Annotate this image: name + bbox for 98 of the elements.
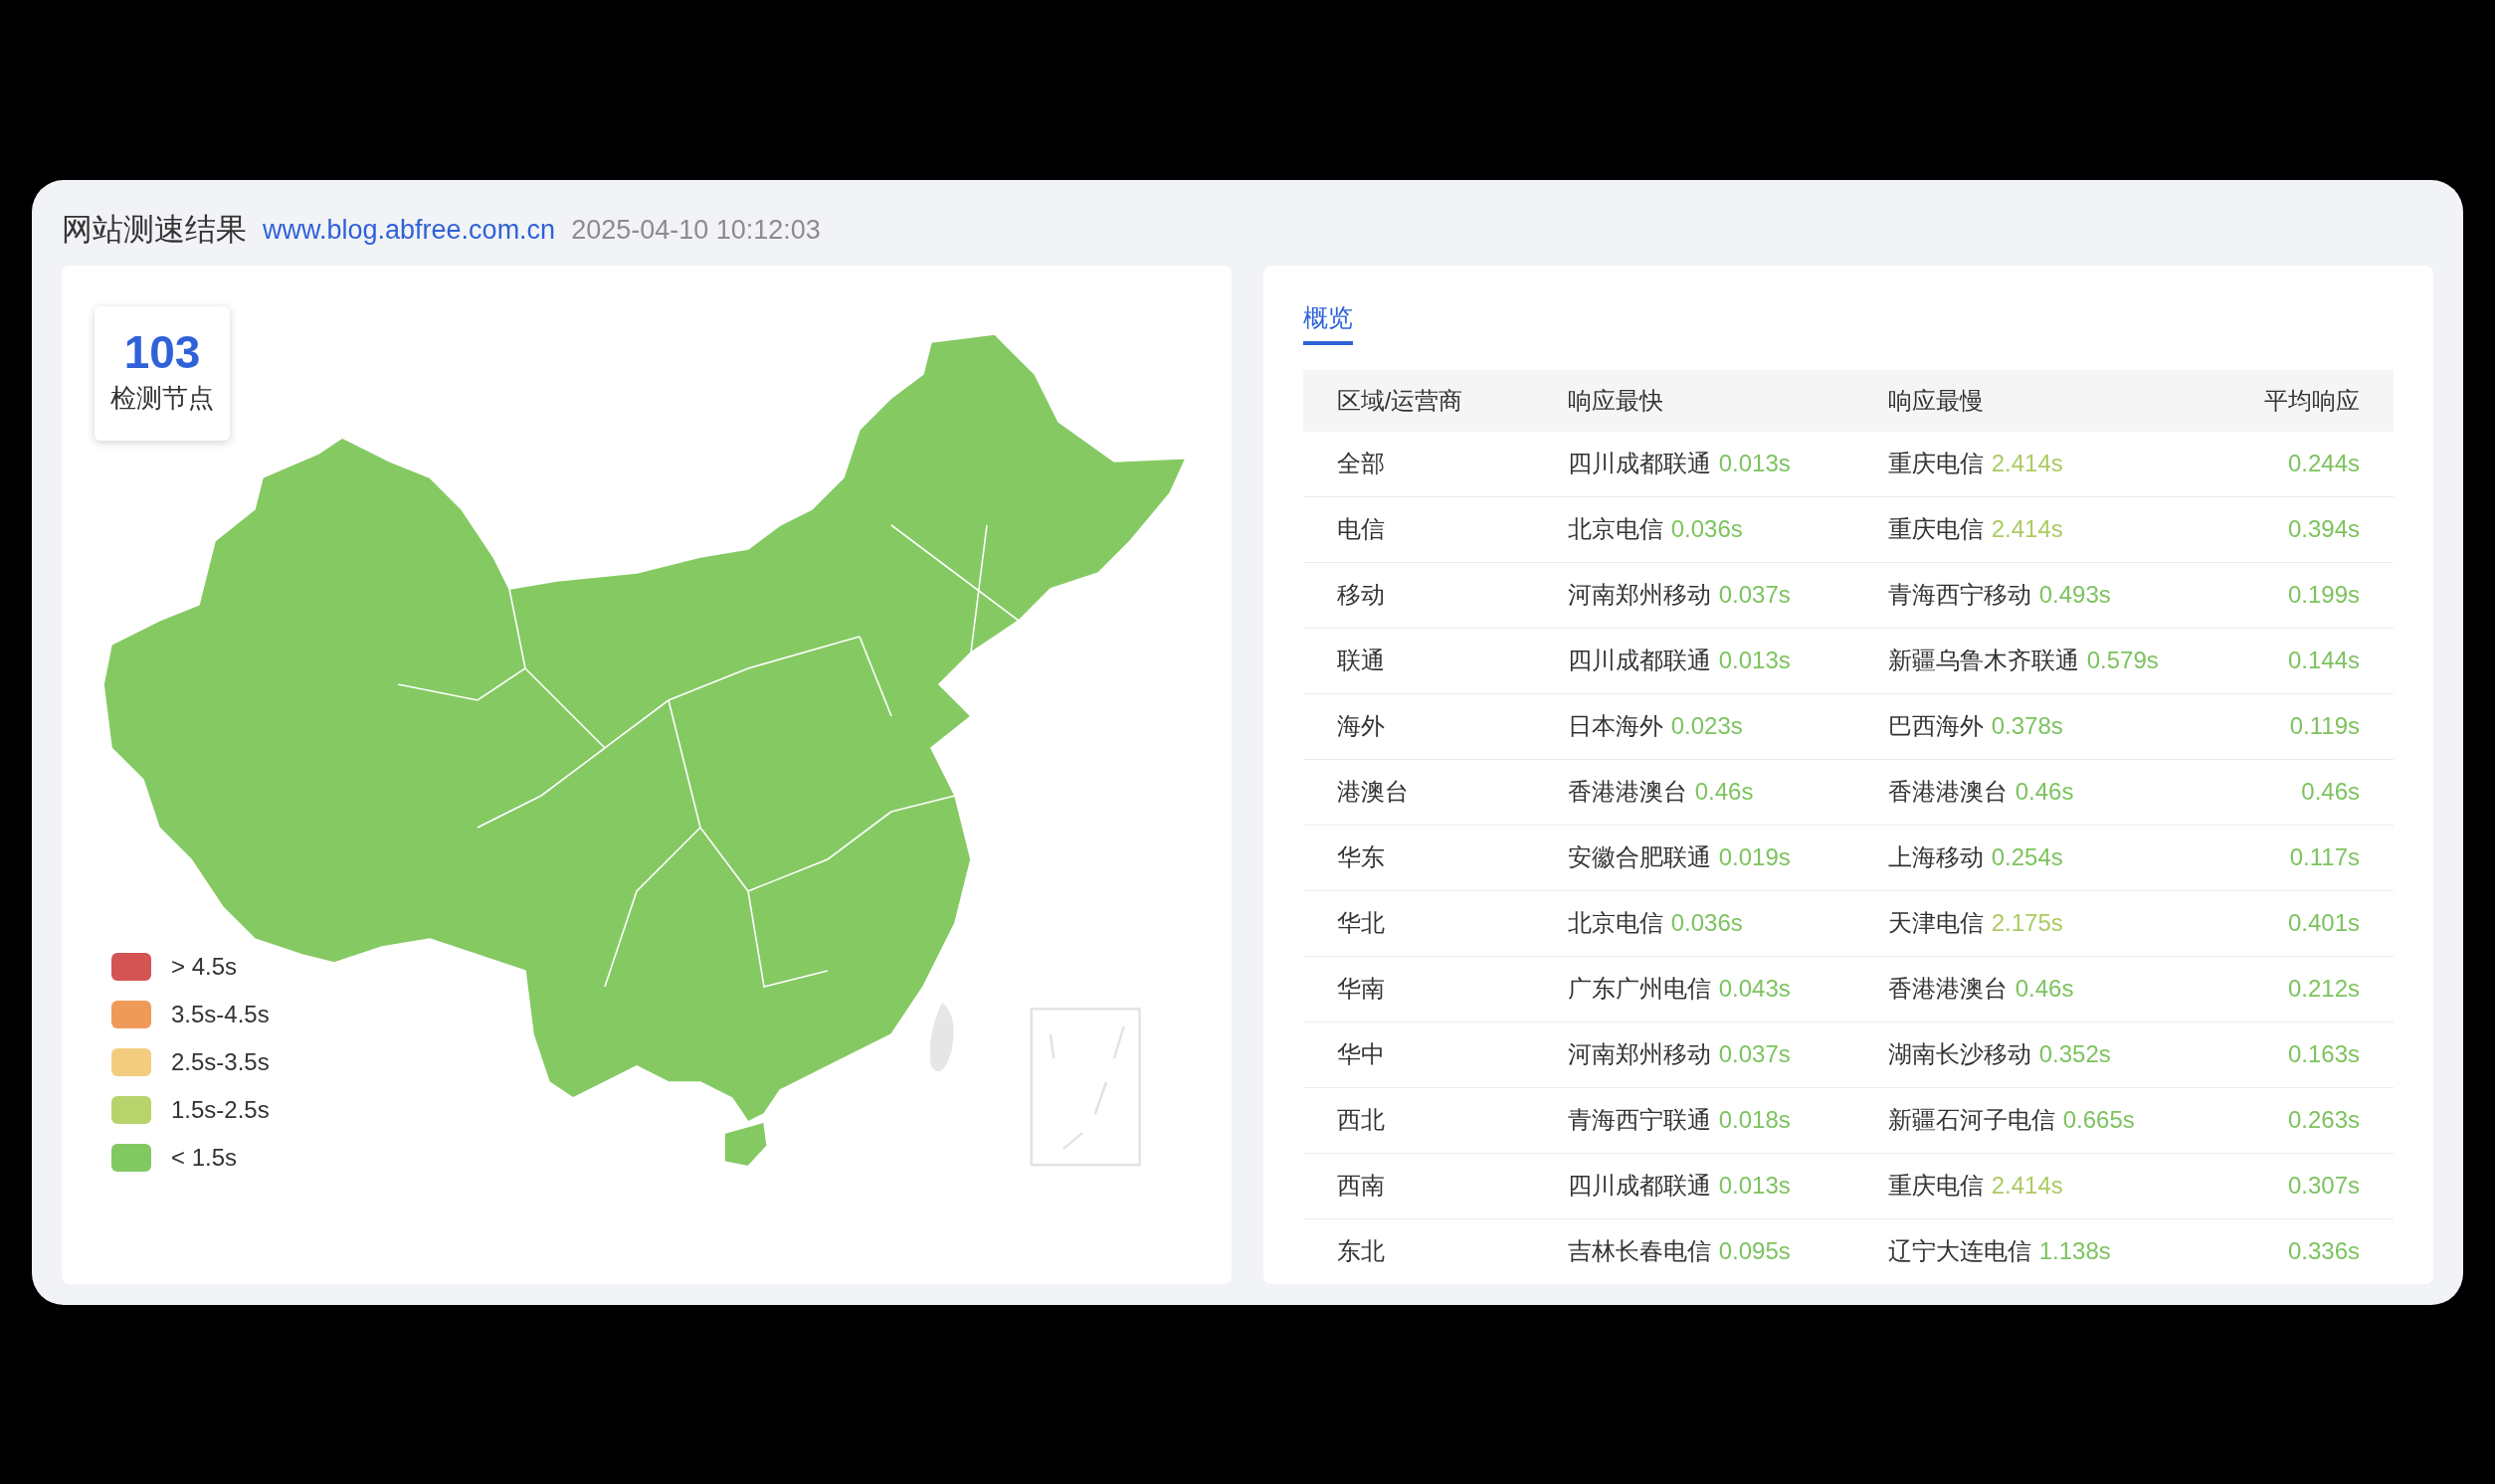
- column-header: 响应最慢: [1887, 385, 1985, 416]
- node-count-value: 103: [123, 328, 201, 375]
- node-name: 新疆石河子电信: [1887, 1105, 2055, 1135]
- region-cell-text: 全部: [1336, 449, 1386, 478]
- timestamp: 2025-04-10 10:12:03: [571, 214, 821, 248]
- legend-label: 3.5s-4.5s: [171, 999, 270, 1029]
- node-name: 巴西海外: [1887, 711, 1984, 741]
- node-name: 湖南长沙移动: [1887, 1039, 2031, 1069]
- response-time: 0.46s: [2015, 974, 2074, 1004]
- node-name: 河南郑州移动: [1567, 1039, 1711, 1069]
- response-time: 0.013s: [1718, 1171, 1791, 1201]
- response-time: 0.254s: [1991, 842, 2063, 872]
- region-cell-text: 西南: [1336, 1171, 1386, 1201]
- legend-swatch[interactable]: [111, 1047, 151, 1076]
- region-cell-text: 华中: [1336, 1039, 1386, 1069]
- region-cell-text: 华北: [1336, 908, 1386, 938]
- average-time: 0.117s: [2289, 842, 2360, 872]
- response-time: 0.46s: [2015, 777, 2074, 807]
- node-name: 广东广州电信: [1567, 974, 1711, 1004]
- response-time: 0.013s: [1718, 646, 1791, 675]
- average-time: 0.307s: [2287, 1171, 2360, 1201]
- legend-swatch[interactable]: [111, 1143, 151, 1172]
- node-name: 新疆乌鲁木齐联通: [1887, 646, 2079, 675]
- node-name: 青海西宁移动: [1887, 580, 2031, 610]
- response-time: 0.043s: [1718, 974, 1791, 1004]
- average-time: 0.46s: [2301, 777, 2360, 807]
- response-time: 0.018s: [1718, 1105, 1791, 1135]
- node-name: 重庆电信: [1887, 449, 1984, 478]
- response-time: 2.175s: [1991, 908, 2063, 938]
- region-cell-text: 港澳台: [1336, 777, 1410, 807]
- response-time: 0.46s: [1694, 777, 1754, 807]
- node-name: 安徽合肥联通: [1567, 842, 1711, 872]
- response-time: 0.378s: [1991, 711, 2063, 741]
- column-header: 响应最快: [1567, 385, 1664, 416]
- node-name: 香港港澳台: [1887, 777, 2008, 807]
- average-time: 0.394s: [2287, 514, 2360, 544]
- tab[interactable]: 概览: [1302, 292, 1353, 345]
- region-cell-text: 移动: [1336, 580, 1386, 610]
- average-time: 0.144s: [2287, 646, 2360, 675]
- column-header: 平均响应: [2263, 385, 2360, 416]
- node-name: 重庆电信: [1887, 1171, 1984, 1201]
- page-title: 网站测速结果: [62, 211, 247, 250]
- node-name: 四川成都联通: [1567, 449, 1711, 478]
- node-name: 河南郑州移动: [1567, 580, 1711, 610]
- region-cell-text: 东北: [1336, 1236, 1386, 1266]
- node-name: 四川成都联通: [1567, 646, 1711, 675]
- legend-swatch[interactable]: [111, 1095, 151, 1124]
- node-name: 天津电信: [1887, 908, 1984, 938]
- response-time: 0.036s: [1670, 908, 1743, 938]
- region-cell-text: 联通: [1336, 646, 1386, 675]
- node-name: 日本海外: [1567, 711, 1663, 741]
- node-name: 重庆电信: [1887, 514, 1984, 544]
- legend-label: 2.5s-3.5s: [171, 1046, 270, 1077]
- response-time: 0.036s: [1670, 514, 1743, 544]
- node-name: 吉林长春电信: [1567, 1236, 1711, 1266]
- node-count-label: 检测节点: [110, 381, 214, 415]
- region-cell-text: 海外: [1336, 711, 1386, 741]
- node-name: 四川成都联通: [1567, 1171, 1711, 1201]
- column-header: 区域/运营商: [1336, 385, 1464, 416]
- node-name: 青海西宁联通: [1567, 1105, 1711, 1135]
- response-time: 2.414s: [1991, 1171, 2063, 1201]
- response-time: 0.493s: [2038, 580, 2111, 610]
- average-time: 0.199s: [2287, 580, 2360, 610]
- node-name: 辽宁大连电信: [1887, 1236, 2031, 1266]
- average-time: 0.336s: [2287, 1236, 2360, 1266]
- response-time: 0.037s: [1718, 1039, 1791, 1069]
- node-name: 北京电信: [1567, 908, 1663, 938]
- region-cell-text: 西北: [1336, 1105, 1386, 1135]
- average-time: 0.119s: [2289, 711, 2360, 741]
- response-time: 2.414s: [1991, 449, 2063, 478]
- response-time: 0.037s: [1718, 580, 1791, 610]
- response-time: 0.013s: [1718, 449, 1791, 478]
- average-time: 0.163s: [2287, 1039, 2360, 1069]
- average-time: 0.244s: [2287, 449, 2360, 478]
- average-time: 0.401s: [2287, 908, 2360, 938]
- response-time: 0.352s: [2038, 1039, 2111, 1069]
- legend-label: > 4.5s: [171, 951, 238, 982]
- response-time: 0.019s: [1718, 842, 1791, 872]
- average-time: 0.263s: [2287, 1105, 2360, 1135]
- node-name: 北京电信: [1567, 514, 1663, 544]
- response-time: 0.579s: [2086, 646, 2159, 675]
- legend-label: < 1.5s: [171, 1142, 238, 1173]
- response-time: 2.414s: [1991, 514, 2063, 544]
- node-name: 香港港澳台: [1887, 974, 2008, 1004]
- response-time: 0.095s: [1718, 1236, 1791, 1266]
- node-name: 上海移动: [1887, 842, 1984, 872]
- legend-swatch[interactable]: [111, 1000, 151, 1028]
- node-name: 香港港澳台: [1567, 777, 1687, 807]
- site-link[interactable]: www.blog.abfree.com.cn: [263, 210, 556, 251]
- average-time: 0.212s: [2287, 974, 2360, 1004]
- legend-swatch[interactable]: [111, 952, 151, 981]
- legend-label: 1.5s-2.5s: [171, 1094, 270, 1125]
- response-time: 1.138s: [2038, 1236, 2111, 1266]
- response-time: 0.665s: [2062, 1105, 2135, 1135]
- response-time: 0.023s: [1670, 711, 1743, 741]
- region-cell-text: 华东: [1336, 842, 1386, 872]
- region-cell-text: 电信: [1336, 514, 1386, 544]
- region-cell-text: 华南: [1336, 974, 1386, 1004]
